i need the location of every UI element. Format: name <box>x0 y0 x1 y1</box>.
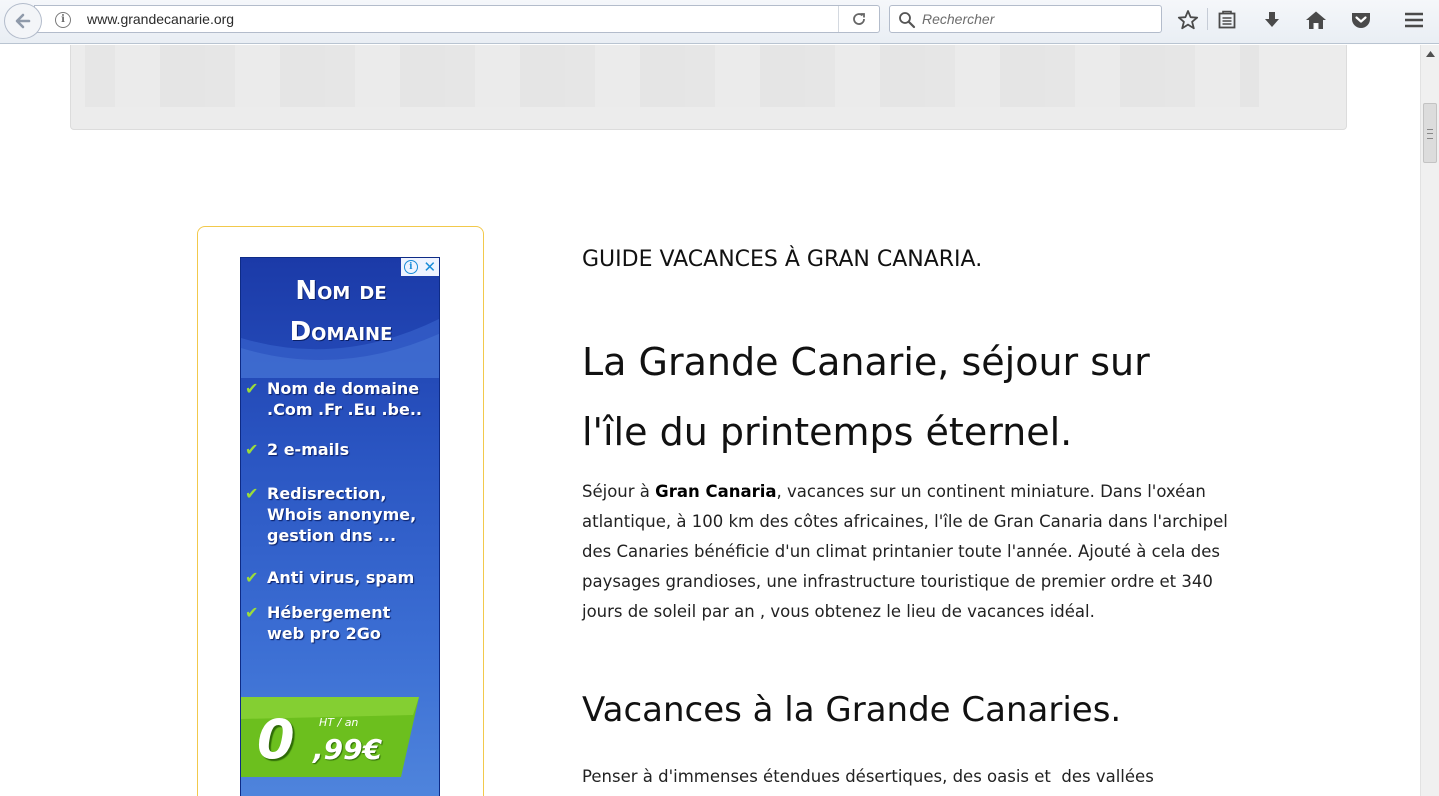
download-icon <box>1265 12 1279 27</box>
header-image <box>85 45 1259 107</box>
bookmark-star-button[interactable] <box>1175 7 1201 33</box>
scroll-thumb[interactable] <box>1423 103 1437 163</box>
pocket-icon <box>1352 13 1370 28</box>
address-bar[interactable]: i www.grandecanarie.org <box>34 5 880 33</box>
reload-icon <box>853 13 865 25</box>
home-button[interactable] <box>1303 7 1329 33</box>
advertisement-banner[interactable]: i ✕ Nom de Domaine ✔ Nom de domaine .Com… <box>240 257 440 796</box>
ad-price-integer: 0 <box>257 708 295 771</box>
ad-feature-text: 2 e-mails <box>267 440 350 459</box>
scroll-up-arrow-icon <box>1425 51 1435 57</box>
ad-feature-text: Nom de domaine .Com .Fr .Eu .be.. <box>267 379 423 419</box>
ad-price-decimal: ,99€ <box>313 733 383 766</box>
back-arrow-icon <box>15 13 31 29</box>
page-content: i ✕ Nom de Domaine ✔ Nom de domaine .Com… <box>0 45 1420 796</box>
info-icon[interactable]: i <box>55 12 71 28</box>
search-input[interactable] <box>922 9 1152 29</box>
search-bar[interactable] <box>889 5 1162 33</box>
bookmark-star-icon <box>1177 10 1199 30</box>
download-button[interactable] <box>1259 7 1285 33</box>
ad-title: Nom de Domaine <box>241 272 439 354</box>
article-title: La Grande Canarie, séjour sur l'île du p… <box>582 340 1150 454</box>
scroll-grip-icon <box>1427 129 1433 139</box>
toolbar-separator <box>1207 8 1208 30</box>
ad-title-line2: Domaine <box>289 317 393 347</box>
paragraph-rest: , vacances sur un continent miniature. D… <box>582 482 1228 621</box>
check-icon: ✔ <box>245 568 259 587</box>
ad-title-line1: Nom de <box>295 276 387 306</box>
check-icon: ✔ <box>245 484 259 503</box>
article-kicker: GUIDE VACANCES À GRAN CANARIA. <box>582 247 983 272</box>
check-icon: ✔ <box>245 440 259 459</box>
scroll-up-button[interactable] <box>1421 45 1439 63</box>
article-paragraph: Séjour à Gran Canaria, vacances sur un c… <box>582 477 1237 627</box>
reading-list-button[interactable] <box>1214 7 1240 33</box>
article-paragraph-2: Penser à d'immenses étendues désertiques… <box>582 767 1154 786</box>
check-icon: ✔ <box>245 379 259 398</box>
home-icon <box>1306 11 1326 29</box>
reading-list-icon <box>1218 10 1236 29</box>
gran-canaria-bold: Gran Canaria <box>655 482 777 501</box>
browser-toolbar: i www.grandecanarie.org <box>0 0 1439 44</box>
ad-feature-text: Redisrection, Whois anonyme, gestion dns… <box>267 484 417 545</box>
menu-button[interactable] <box>1401 7 1427 33</box>
ad-price-unit: HT / an <box>319 716 359 729</box>
article-subtitle: Vacances à la Grande Canaries. <box>582 690 1122 730</box>
search-icon <box>899 12 916 29</box>
site-header-banner <box>70 45 1347 130</box>
menu-icon <box>1405 12 1423 28</box>
ad-feature-text: Anti virus, spam <box>267 568 415 587</box>
url-text[interactable]: www.grandecanarie.org <box>87 11 234 27</box>
check-icon: ✔ <box>245 603 259 622</box>
vertical-scrollbar[interactable] <box>1420 45 1439 796</box>
back-button[interactable] <box>4 3 42 39</box>
paragraph-prefix: Séjour à <box>582 482 656 501</box>
pocket-button[interactable] <box>1348 7 1374 33</box>
reload-button[interactable] <box>838 6 879 32</box>
ad-feature-text: Hébergement web pro 2Go <box>267 603 391 643</box>
